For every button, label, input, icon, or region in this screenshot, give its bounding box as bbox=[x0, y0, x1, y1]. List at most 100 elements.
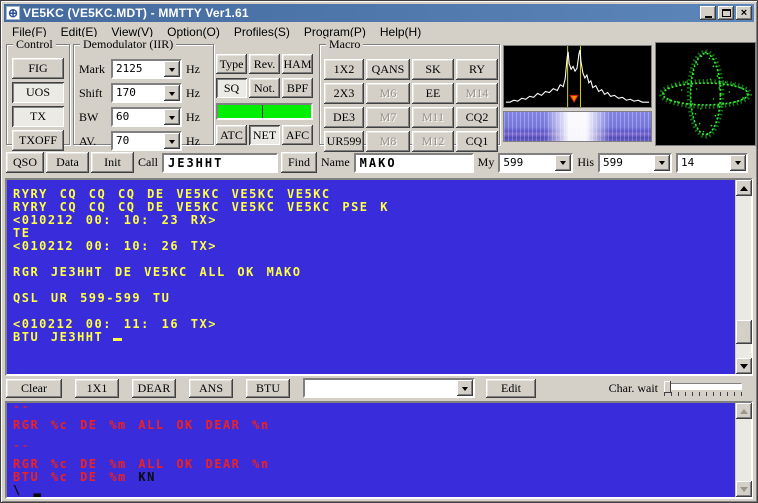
macro-btu-button[interactable]: BTU bbox=[246, 379, 290, 398]
char-wait-slider[interactable] bbox=[664, 381, 742, 396]
macro-button-qans[interactable]: QANS bbox=[366, 59, 410, 80]
rx-line: BTU JE3HHT bbox=[13, 331, 735, 344]
find-button[interactable]: Find bbox=[281, 152, 317, 173]
squelch-threshold-marker[interactable] bbox=[262, 105, 263, 118]
hz-unit-label: Hz bbox=[186, 110, 200, 125]
fig-toggle-button[interactable]: FIG bbox=[12, 58, 64, 79]
tx-text-area[interactable]: ¯¯RGR %c DE %m ALL OK DEAR %n ¯¯RGR %c D… bbox=[7, 403, 735, 497]
band-combo[interactable]: 14 bbox=[676, 153, 748, 173]
fft-spectrum-display[interactable] bbox=[503, 45, 652, 108]
scroll-up-button[interactable] bbox=[736, 403, 752, 419]
control-groupbox: Control FIGUOSTXTXOFF bbox=[6, 44, 70, 145]
tx-toggle-button[interactable]: TX bbox=[12, 106, 64, 127]
rx-window[interactable]: RYRY CQ CQ CQ DE VE5KC VE5KC VE5KCRYRY C… bbox=[5, 178, 753, 376]
menu-item-profiles-s[interactable]: Profiles(S) bbox=[227, 24, 297, 40]
shift-combo[interactable]: 170 bbox=[111, 83, 182, 103]
band-value: 14 bbox=[678, 155, 730, 171]
mark-combo[interactable]: 2125 bbox=[111, 59, 182, 79]
macro-button-de3[interactable]: DE3 bbox=[324, 107, 364, 128]
bw-combo[interactable]: 60 bbox=[111, 107, 182, 127]
my-rst-value: 599 bbox=[500, 155, 555, 171]
rx-scrollbar[interactable] bbox=[735, 180, 751, 374]
macro-button-ry[interactable]: RY bbox=[456, 59, 498, 80]
app-icon: ⊕ bbox=[6, 6, 20, 20]
macro-button-m6: M6 bbox=[366, 83, 410, 104]
macro-button-1x2[interactable]: 1X2 bbox=[324, 59, 364, 80]
macro-button-m12: M12 bbox=[412, 131, 454, 152]
chevron-down-icon[interactable] bbox=[555, 155, 571, 171]
text-cursor bbox=[113, 338, 122, 341]
txoff-toggle-button[interactable]: TXOFF bbox=[12, 130, 64, 151]
macro-combo-value bbox=[305, 380, 457, 396]
bpf-toggle-button[interactable]: BPF bbox=[282, 78, 313, 98]
char-wait-label: Char. wait bbox=[605, 381, 664, 396]
ham-toggle-button[interactable]: HAM bbox=[282, 54, 313, 74]
macro-button-cq2[interactable]: CQ2 bbox=[456, 107, 498, 128]
shift-label: Shift bbox=[79, 86, 107, 101]
maximize-button[interactable] bbox=[718, 6, 734, 20]
tx-scrollbar[interactable] bbox=[735, 403, 751, 497]
spectrum-panel bbox=[503, 45, 652, 142]
bw-value: 60 bbox=[113, 109, 164, 125]
scroll-up-button[interactable] bbox=[736, 180, 752, 196]
uos-toggle-button[interactable]: UOS bbox=[12, 82, 64, 103]
macro-button-ee[interactable]: EE bbox=[412, 83, 454, 104]
init-button[interactable]: Init bbox=[91, 152, 134, 173]
title-bar[interactable]: ⊕ VE5KC (VE5KC.MDT) - MMTTY Ver1.61 × bbox=[4, 4, 754, 22]
edit-button[interactable]: Edit bbox=[486, 379, 536, 398]
macro-dear-button[interactable]: DEAR bbox=[132, 379, 176, 398]
minimize-button[interactable] bbox=[700, 6, 716, 20]
chevron-down-icon[interactable] bbox=[164, 109, 180, 125]
macro-select-combo[interactable] bbox=[303, 378, 475, 398]
his-rst-combo[interactable]: 599 bbox=[598, 153, 672, 173]
scroll-down-button[interactable] bbox=[736, 481, 752, 497]
menu-item-help-h[interactable]: Help(H) bbox=[373, 24, 428, 40]
slider-groove[interactable] bbox=[664, 383, 742, 390]
demodulator-groupbox: Demodulator (IIR) Mark2125HzShift170HzBW… bbox=[73, 44, 214, 145]
qso-button[interactable]: QSO bbox=[6, 152, 44, 173]
call-input[interactable]: JE3HHT bbox=[162, 153, 278, 173]
tx-line: BTU %c DE %m KN bbox=[13, 471, 735, 484]
top-panel: Control FIGUOSTXTXOFF Demodulator (IIR) … bbox=[4, 41, 754, 148]
chevron-down-icon[interactable] bbox=[164, 133, 180, 149]
macro-button-m8: M8 bbox=[366, 131, 410, 152]
macro-ans-button[interactable]: ANS bbox=[189, 379, 233, 398]
type-toggle-button[interactable]: Type bbox=[216, 54, 247, 74]
waterfall-display[interactable] bbox=[503, 111, 652, 142]
av-combo[interactable]: 70 bbox=[111, 131, 182, 151]
macro-button-2x3[interactable]: 2X3 bbox=[324, 83, 364, 104]
macro-button-cq1[interactable]: CQ1 bbox=[456, 131, 498, 152]
maximize-icon bbox=[722, 9, 731, 17]
chevron-down-icon[interactable] bbox=[164, 85, 180, 101]
my-rst-combo[interactable]: 599 bbox=[498, 153, 573, 173]
clear-button[interactable]: Clear bbox=[6, 379, 62, 398]
atc-toggle-button[interactable]: ATC bbox=[216, 125, 247, 145]
slider-thumb[interactable] bbox=[664, 381, 671, 393]
afc-toggle-button[interactable]: AFC bbox=[282, 125, 313, 145]
chevron-down-icon[interactable] bbox=[654, 155, 670, 171]
rev-toggle-button[interactable]: Rev. bbox=[249, 54, 280, 74]
name-input[interactable]: MAKO bbox=[354, 153, 474, 173]
macro-1x1-button[interactable]: 1X1 bbox=[75, 379, 119, 398]
macro-button-sk[interactable]: SK bbox=[412, 59, 454, 80]
tx-window[interactable]: ¯¯RGR %c DE %m ALL OK DEAR %n ¯¯RGR %c D… bbox=[5, 401, 753, 499]
my-rst-label: My bbox=[474, 155, 499, 170]
rx-line: <010212 00: 10: 23 RX> bbox=[13, 214, 735, 227]
chevron-down-icon[interactable] bbox=[730, 155, 746, 171]
chevron-down-icon[interactable] bbox=[457, 380, 473, 396]
net-toggle-button[interactable]: NET bbox=[249, 125, 280, 145]
close-button[interactable]: × bbox=[736, 6, 752, 20]
rx-text-area[interactable]: RYRY CQ CQ CQ DE VE5KC VE5KC VE5KCRYRY C… bbox=[7, 180, 735, 374]
data-button[interactable]: Data bbox=[46, 152, 89, 173]
scrollbar-thumb[interactable] bbox=[736, 320, 752, 344]
chevron-down-icon[interactable] bbox=[164, 61, 180, 77]
macro-groupbox: Macro 1X2QANSSKRY2X3M6EEM14DE3M7M11CQ2UR… bbox=[319, 44, 500, 145]
tx-text-segment: RGR %c DE %m ALL OK DEAR %n bbox=[13, 418, 270, 432]
not-toggle-button[interactable]: Not. bbox=[249, 78, 280, 98]
shift-value: 170 bbox=[113, 85, 164, 101]
squelch-level-bar[interactable] bbox=[216, 103, 313, 120]
scroll-down-button[interactable] bbox=[736, 358, 752, 374]
xy-tuning-scope bbox=[655, 42, 756, 146]
sq-toggle-button[interactable]: SQ bbox=[216, 78, 247, 98]
macro-button-ur599[interactable]: UR599 bbox=[324, 131, 364, 152]
